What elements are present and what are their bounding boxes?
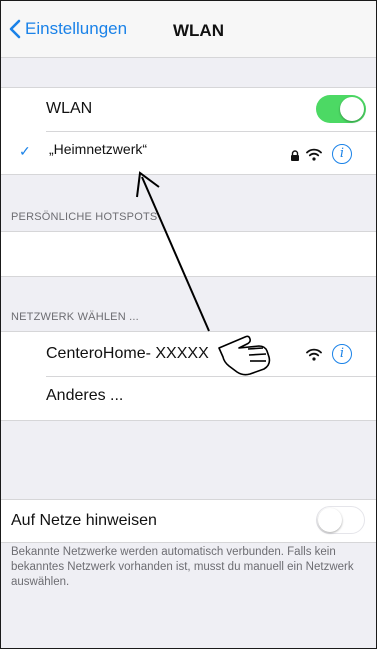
- wifi-icon: [306, 148, 322, 161]
- ask-to-join-label: Auf Netze hinweisen: [11, 512, 157, 529]
- info-icon[interactable]: i: [332, 344, 352, 364]
- hotspots-group: [1, 231, 376, 277]
- network-row[interactable]: CenteroHome- XXXXX i: [1, 332, 376, 376]
- ask-to-join-toggle[interactable]: [316, 506, 365, 534]
- network-name: CenteroHome- XXXXX: [46, 345, 209, 362]
- settings-screen: Einstellungen WLAN WLAN ✓ „Heimnetzwerk“: [0, 0, 377, 649]
- wifi-icon: [306, 348, 322, 361]
- back-button-label: Einstellungen: [25, 19, 128, 38]
- other-network-row[interactable]: Anderes ...: [1, 377, 376, 420]
- ask-to-join-description: Bekannte Netzwerke werden automatisch ve…: [11, 546, 354, 588]
- chevron-left-icon: [9, 19, 21, 39]
- wlan-toggle-row: WLAN: [1, 88, 376, 130]
- ask-to-join-toggle-knob: [318, 508, 342, 532]
- hotspots-header: PERSÖNLICHE HOTSPOTS: [11, 211, 158, 223]
- lock-icon: [291, 150, 299, 161]
- networks-header: NETZWERK WÄHLEN ...: [11, 311, 139, 323]
- wlan-group: WLAN ✓ „Heimnetzwerk“ i: [1, 87, 376, 175]
- other-network-label: Anderes ...: [46, 387, 124, 404]
- wlan-label: WLAN: [46, 100, 93, 117]
- ask-to-join-group: Auf Netze hinweisen: [1, 499, 376, 543]
- networks-group: CenteroHome- XXXXX i Anderes ...: [1, 331, 376, 421]
- connected-network-name: „Heimnetzwerk“: [49, 141, 148, 157]
- checkmark-icon: ✓: [19, 143, 31, 159]
- connected-network-row[interactable]: ✓ „Heimnetzwerk“ i: [1, 132, 376, 174]
- page-title: WLAN: [173, 21, 224, 40]
- wlan-toggle[interactable]: [316, 95, 366, 123]
- info-icon[interactable]: i: [332, 144, 352, 164]
- back-button[interactable]: Einstellungen: [9, 19, 127, 39]
- wlan-toggle-knob: [340, 97, 364, 121]
- navigation-bar: Einstellungen WLAN: [1, 1, 376, 58]
